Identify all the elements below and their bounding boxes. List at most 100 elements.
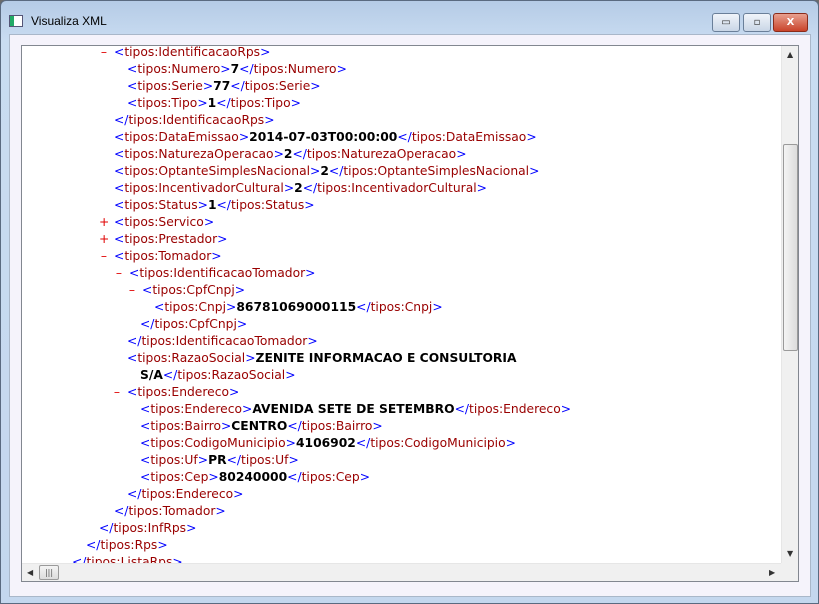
xml-line: <tipos:NaturezaOperacao>2</tipos:Naturez… (114, 146, 467, 163)
bracket: > (304, 198, 315, 212)
bracket: < (140, 436, 151, 450)
xml-line: <tipos:Cnpj>86781069000115</tipos:Cnpj> (154, 299, 443, 316)
scroll-down-arrow-icon[interactable]: ▼ (787, 549, 793, 558)
bracket: </ (239, 62, 254, 76)
bracket: > (505, 436, 516, 450)
bracket: </ (292, 147, 307, 161)
app-icon (9, 15, 23, 27)
xml-content: – <tipos:IdentificacaoRps> <tipos:Numero>7… (22, 46, 782, 563)
bracket: > (172, 555, 183, 563)
collapse-icon[interactable]: – (127, 282, 137, 299)
bracket: > (310, 79, 321, 93)
xml-line: – <tipos:IdentificacaoRps> (101, 46, 271, 61)
bracket: > (234, 283, 246, 297)
bracket: > (285, 368, 296, 382)
collapse-icon[interactable]: – (114, 265, 124, 282)
xml-line: <tipos:Cep>80240000</tipos:Cep> (140, 469, 370, 486)
element-value: AVENIDA SETE DE SETEMBRO (252, 402, 455, 416)
bracket: < (114, 181, 125, 195)
xml-viewer[interactable]: – <tipos:IdentificacaoRps> <tipos:Numero>7… (21, 45, 799, 582)
horizontal-scrollbar[interactable]: ◀ ||| ▶ (22, 563, 782, 581)
bracket: < (114, 46, 125, 59)
bracket: < (114, 249, 125, 263)
bracket: > (217, 232, 228, 246)
expand-icon[interactable]: + (99, 231, 109, 248)
bracket: > (476, 181, 487, 195)
xml-line: – <tipos:IdentificacaoTomador> (116, 265, 316, 282)
bracket: > (260, 46, 271, 59)
vertical-scrollbar[interactable]: ▲ ▼ (781, 46, 798, 563)
open-tag-name: tipos:Status (124, 198, 198, 212)
bracket: </ (127, 334, 142, 348)
close-tag-name: tipos:Cnpj (370, 300, 433, 314)
scroll-right-arrow-icon[interactable]: ▶ (769, 568, 775, 577)
close-tag-name: tipos:ListaRps (86, 555, 173, 563)
bracket: > (456, 147, 467, 161)
vertical-scroll-thumb[interactable] (783, 144, 798, 351)
open-tag-name: tipos:Serie (137, 79, 203, 93)
bracket: </ (355, 436, 371, 450)
scrollbar-corner (781, 563, 798, 581)
close-tag-name: tipos:CpfCnpj (154, 317, 237, 331)
xml-line: </tipos:Tomador> (114, 503, 226, 520)
open-tag-name: tipos:CodigoMunicipio (150, 436, 286, 450)
bracket: > (186, 521, 197, 535)
xml-line: </tipos:IdentificacaoTomador> (127, 333, 318, 350)
scroll-up-arrow-icon[interactable]: ▲ (787, 50, 793, 59)
minimize-button[interactable]: ▭ (712, 13, 740, 32)
scroll-left-arrow-icon[interactable]: ◀ (27, 568, 33, 577)
xml-line: <tipos:Status>1</tipos:Status> (114, 197, 315, 214)
collapse-icon[interactable]: – (99, 46, 109, 61)
bracket: > (233, 487, 244, 501)
expand-icon[interactable]: + (99, 214, 109, 231)
element-value: 86781069000115 (236, 300, 357, 314)
horizontal-scroll-thumb[interactable]: ||| (39, 565, 59, 580)
xml-line: </tipos:Endereco> (127, 486, 243, 503)
bracket: > (359, 470, 370, 484)
bracket: </ (216, 96, 231, 110)
close-tag-name: tipos:Endereco (469, 402, 561, 416)
bracket: </ (140, 317, 155, 331)
close-tag-name: tipos:RazaoSocial (177, 368, 286, 382)
bracket: </ (114, 504, 129, 518)
bracket: > (229, 385, 240, 399)
bracket: > (208, 470, 219, 484)
open-tag-name: tipos:Cnpj (164, 300, 227, 314)
bracket: > (529, 164, 540, 178)
title-bar[interactable]: Visualiza XML ▭ ▫ X (1, 1, 818, 37)
bracket: < (114, 198, 125, 212)
bracket: > (305, 266, 316, 280)
collapse-icon[interactable]: – (112, 384, 122, 401)
close-tag-name: tipos:Tomador (128, 504, 216, 518)
xml-line: + <tipos:Servico> (99, 214, 214, 231)
bracket: > (283, 181, 295, 195)
bracket: </ (454, 402, 470, 416)
xml-line: <tipos:RazaoSocial>ZENITE INFORMACAO E C… (127, 350, 517, 367)
bracket: > (238, 130, 250, 144)
bracket: </ (162, 368, 178, 382)
bracket: < (127, 62, 138, 76)
bracket: < (140, 402, 151, 416)
element-value: 2014-07-03T00:00:00 (249, 130, 398, 144)
close-tag-name: tipos:Status (230, 198, 305, 212)
element-value: ZENITE INFORMACAO E CONSULTORIA (255, 351, 517, 365)
bracket: < (127, 96, 138, 110)
close-button[interactable]: X (773, 13, 808, 32)
close-tag-name: tipos:Cep (301, 470, 360, 484)
maximize-button[interactable]: ▫ (743, 13, 771, 32)
bracket: > (307, 334, 318, 348)
bracket: > (290, 96, 301, 110)
collapse-icon[interactable]: – (99, 248, 109, 265)
xml-line: </tipos:IdentificacaoRps> (114, 112, 275, 129)
open-tag-name: tipos:IdentificacaoTomador (139, 266, 306, 280)
close-tag-name: tipos:NaturezaOperacao (306, 147, 457, 161)
bracket: </ (72, 555, 87, 563)
bracket: </ (230, 79, 245, 93)
bracket: </ (302, 181, 318, 195)
element-value: 1 (207, 198, 217, 212)
bracket: </ (287, 470, 302, 484)
bracket: > (245, 351, 256, 365)
bracket: < (154, 300, 165, 314)
close-tag-name: tipos:DataEmissao (411, 130, 527, 144)
bracket: > (157, 538, 168, 552)
